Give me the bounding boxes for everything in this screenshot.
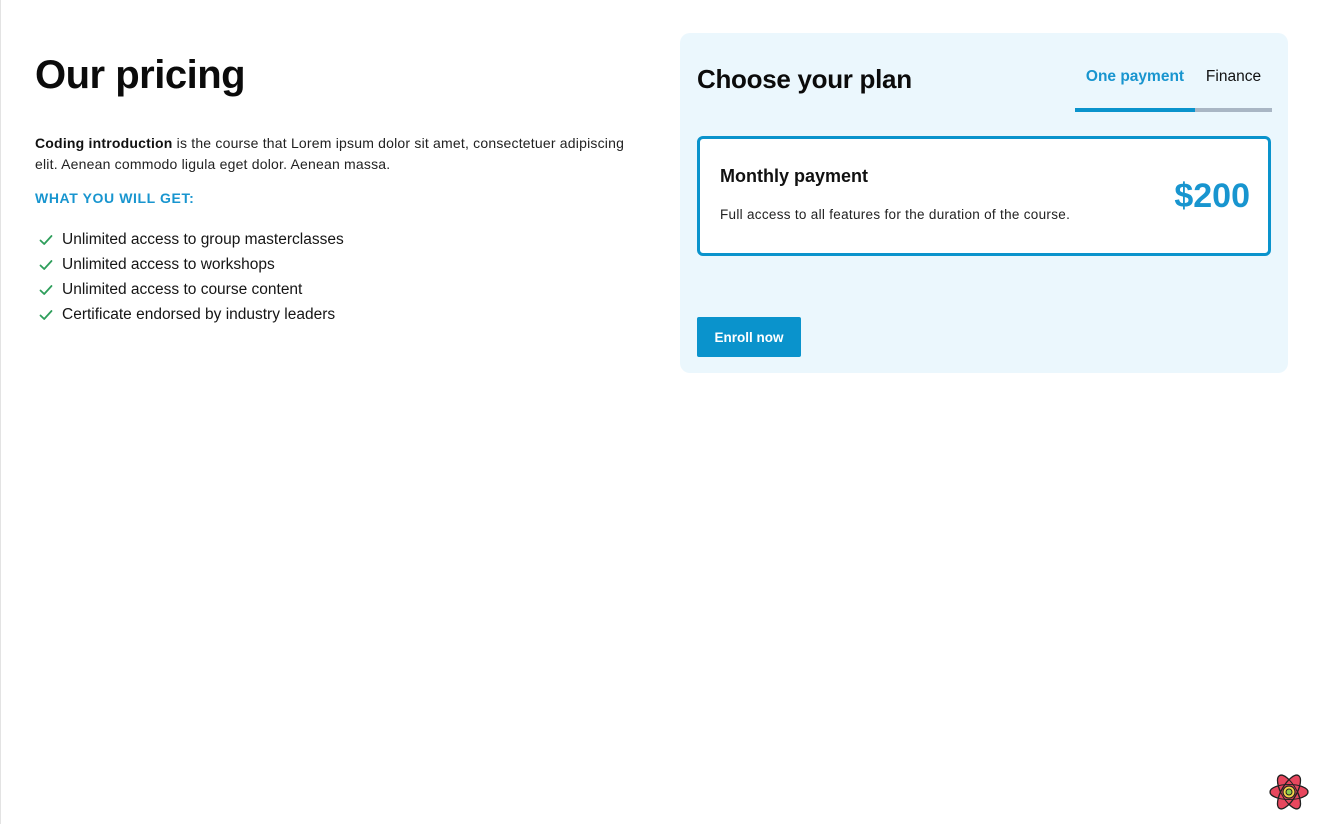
features-list: Unlimited access to group masterclasses … xyxy=(35,227,625,327)
option-name: Monthly payment xyxy=(720,166,869,186)
option-price: $200 xyxy=(1174,177,1250,215)
check-icon xyxy=(39,233,53,247)
feature-text: Unlimited access to course content xyxy=(62,280,303,298)
tab-label: One payment xyxy=(1085,67,1185,85)
feature-item: Unlimited access to course content xyxy=(35,277,625,302)
pricing-page: Our pricing Coding introduction is the c… xyxy=(0,0,1319,824)
feature-item: Unlimited access to group masterclasses xyxy=(35,227,625,252)
tab-one-payment[interactable]: One payment xyxy=(1075,61,1195,112)
react-logo-icon[interactable] xyxy=(1267,770,1311,814)
plan-option-monthly[interactable]: Monthly payment Full access to all featu… xyxy=(697,136,1271,256)
option-description: Full access to all features for the dura… xyxy=(720,207,1071,222)
enroll-now-button[interactable]: Enroll now xyxy=(697,317,801,357)
plan-title: Choose your plan xyxy=(697,64,912,94)
feature-item: Unlimited access to workshops xyxy=(35,252,625,277)
payment-tabs: One payment Finance xyxy=(1075,61,1272,112)
course-description: Coding introduction is the course that L… xyxy=(35,133,625,175)
feature-text: Unlimited access to workshops xyxy=(62,255,275,273)
check-icon xyxy=(39,283,53,297)
page-title: Our pricing xyxy=(35,53,246,97)
check-icon xyxy=(39,308,53,322)
tab-label: Finance xyxy=(1205,67,1262,85)
course-name: Coding introduction xyxy=(35,135,173,151)
feature-text: Certificate endorsed by industry leaders xyxy=(62,305,336,323)
tab-finance[interactable]: Finance xyxy=(1195,61,1272,108)
pricing-intro: Our pricing Coding introduction is the c… xyxy=(35,50,625,327)
plan-card: Choose your plan One payment Finance Mon… xyxy=(680,33,1288,373)
feature-text: Unlimited access to group masterclasses xyxy=(62,230,344,248)
features-heading: WHAT YOU WILL GET: xyxy=(35,190,195,206)
check-icon xyxy=(39,258,53,272)
feature-item: Certificate endorsed by industry leaders xyxy=(35,302,625,327)
